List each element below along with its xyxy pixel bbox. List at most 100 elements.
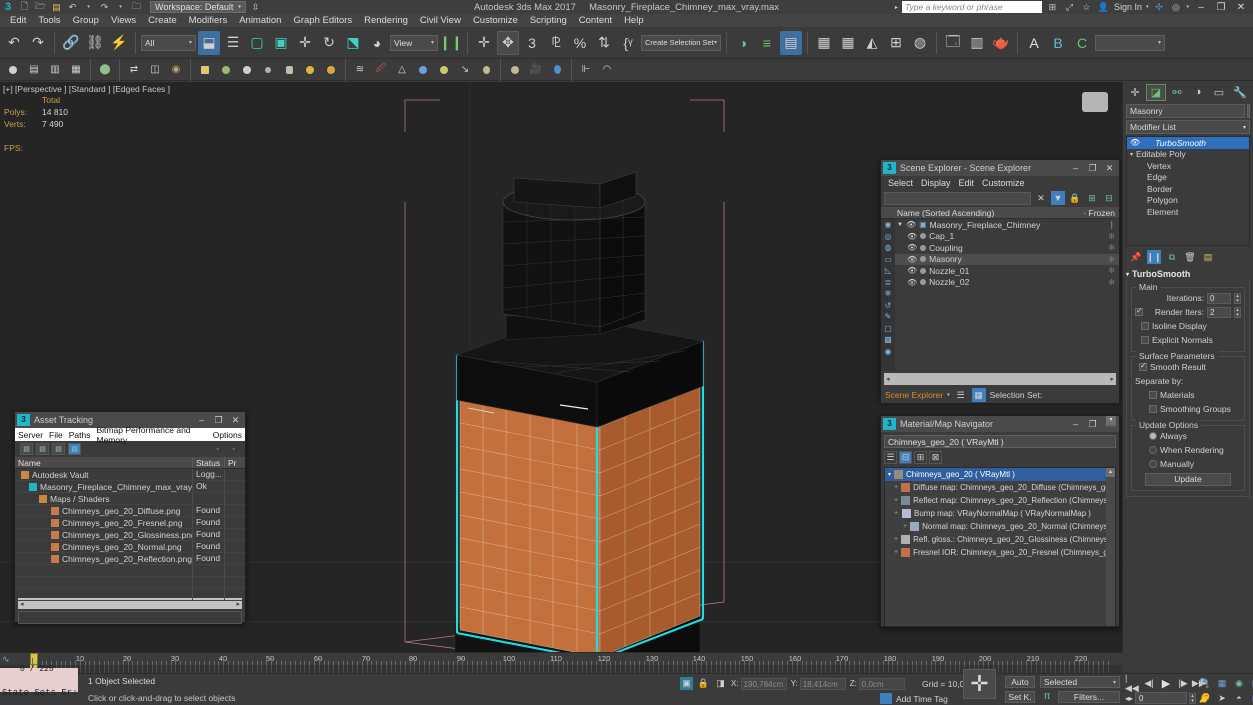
fill-objects-icon[interactable]: ▦ <box>66 61 86 79</box>
render-production-icon[interactable]: 🫖 <box>990 31 1012 55</box>
timeline-ruler[interactable]: ∿ 10 20 30 40 50 60 70 80 90 100 110 120… <box>0 652 1122 665</box>
render-iters-spinner-icon[interactable]: ▴ ▾ <box>1234 306 1241 318</box>
rollout-header[interactable]: ▾ TurboSmooth <box>1126 268 1250 280</box>
tab-hierarchy[interactable]: ⚯ <box>1167 84 1187 101</box>
physical-camera-icon[interactable] <box>547 61 567 79</box>
render-iters-value[interactable]: 2 <box>1207 306 1231 318</box>
coord-z-value[interactable]: 0,0cm <box>858 677 905 690</box>
coord-y-value[interactable]: 18,414cm <box>799 677 846 690</box>
scene-explorer-row-cap1[interactable]: 👁 Cap_1 ✻ <box>895 231 1119 243</box>
current-frame-input[interactable]: 0 <box>1135 692 1188 704</box>
curve-editor-icon[interactable]: ◭ <box>861 31 883 55</box>
menu-tools[interactable]: Tools <box>32 14 66 27</box>
object-paint-icon[interactable] <box>3 61 23 79</box>
tab-modify[interactable]: ◪ <box>1146 83 1166 101</box>
modifier-turbosmooth[interactable]: 👁 TurboSmooth <box>1127 137 1249 149</box>
frozen-indicator[interactable]: ✻ <box>1108 278 1119 287</box>
matnav-titlebar[interactable]: 3 Material/Map Navigator – ❐ ✕ <box>881 416 1119 432</box>
subobject-border[interactable]: Border <box>1127 183 1249 195</box>
add-time-tag-row[interactable]: Add Time Tag <box>880 693 948 704</box>
menu-select[interactable]: Select <box>884 178 917 188</box>
frame-spinner-icon[interactable]: ▴ ▾ <box>1189 692 1197 704</box>
small-icons-view-icon[interactable]: ⊠ <box>929 451 942 464</box>
percent-snap-alt-icon[interactable]: ⅊ <box>545 31 567 55</box>
asset-row-vault[interactable]: Autodesk Vault Logg... <box>15 469 245 481</box>
freeze-icon[interactable]: ❄ <box>881 288 895 300</box>
torus-primitive-icon[interactable] <box>321 61 341 79</box>
isoline-display-checkbox[interactable] <box>1141 322 1149 330</box>
menu-bitmap-performance[interactable]: Bitmap Performance and Memory <box>94 425 210 445</box>
field-of-view-icon[interactable]: ◪ <box>1249 676 1253 690</box>
timeline-curve-icon[interactable]: ∿ <box>2 654 10 665</box>
scroll-up-arrow-icon[interactable]: ▴ <box>1106 468 1115 477</box>
menu-customize[interactable]: Customize <box>467 14 524 27</box>
object-color-swatch[interactable] <box>1247 104 1250 118</box>
column-pr-header[interactable]: Pr <box>225 457 245 468</box>
absolute-relative-mode-icon[interactable]: ◨ <box>714 677 727 690</box>
scene-explorer-window[interactable]: 3 Scene Explorer - Scene Explorer – ❐ ✕ … <box>880 159 1120 403</box>
sort-icon[interactable]: ◉ <box>881 346 895 358</box>
display-shape-icon[interactable]: ◺ <box>881 265 895 277</box>
matnav-row-bump[interactable]: + Bump map: VRayNormalMap ( VRayNormalMa… <box>885 507 1115 520</box>
subobject-vertex[interactable]: Vertex <box>1127 160 1249 172</box>
tab-display[interactable]: ▭ <box>1209 84 1229 101</box>
toggle-scene-explorer-icon[interactable]: ▦ <box>813 31 835 55</box>
column-frozen-header[interactable]: · Frozen <box>1083 208 1119 218</box>
scene-explorer-row-coupling[interactable]: 👁 Coupling ✻ <box>895 242 1119 254</box>
menu-server[interactable]: Server <box>15 430 46 440</box>
select-all-icon[interactable]: ◉ <box>881 219 895 231</box>
target-camera-icon[interactable] <box>505 61 525 79</box>
asset-row-maxfile[interactable]: Masonry_Fireplace_Chimney_max_vray.max O… <box>15 481 245 493</box>
menu-rendering[interactable]: Rendering <box>358 14 414 27</box>
selection-set-icon[interactable]: ⊟ <box>1102 191 1116 205</box>
set-key-button[interactable]: Set K. <box>1005 691 1035 703</box>
column-name-header[interactable]: Name (Sorted Ascending) <box>897 208 994 218</box>
select-and-move-icon[interactable]: ✛ <box>294 31 316 55</box>
expand-plus-icon[interactable]: + <box>894 484 898 491</box>
frame-counter[interactable]: 0 / 225 <box>20 665 54 674</box>
sphere-primitive-icon[interactable] <box>237 61 257 79</box>
helper-icon[interactable]: ⊩ <box>576 61 596 79</box>
time-tag-icon[interactable] <box>880 693 892 704</box>
always-radio[interactable] <box>1149 432 1157 440</box>
matnav-material-name-field[interactable]: Chimneys_geo_20 ( VRayMtl ) <box>884 435 1116 448</box>
menu-views[interactable]: Views <box>105 14 142 27</box>
undo-button[interactable]: ↶ <box>3 31 25 55</box>
object-name-input[interactable] <box>1126 104 1245 118</box>
menu-animation[interactable]: Animation <box>233 14 287 27</box>
schematic-view-icon[interactable]: ⊞ <box>885 31 907 55</box>
column-status-header[interactable]: Status <box>193 457 225 468</box>
hide-icon[interactable]: ✎ <box>881 311 895 323</box>
bind-to-space-warp-icon[interactable]: ⚡ <box>108 31 130 55</box>
key-mode-icon[interactable]: π <box>1040 691 1054 703</box>
menu-edit[interactable]: Edit <box>4 14 32 27</box>
tube-primitive-icon[interactable] <box>300 61 320 79</box>
refresh-icon[interactable]: ▤ <box>68 443 81 455</box>
smoothing-groups-checkbox[interactable] <box>1149 405 1157 413</box>
material-editor-icon[interactable]: ◍ <box>909 31 931 55</box>
auto-key-button[interactable]: Auto <box>1005 676 1035 688</box>
menu-customize[interactable]: Customize <box>978 178 1029 188</box>
menu-scripting[interactable]: Scripting <box>524 14 573 27</box>
frozen-indicator[interactable]: ✻ <box>1108 243 1119 252</box>
expand-plus-icon[interactable]: + <box>894 549 898 556</box>
filter-icon[interactable]: ▼ <box>1051 191 1065 205</box>
garment-maker-icon[interactable]: △ <box>392 61 412 79</box>
asset-tracking-window[interactable]: 3 Asset Tracking – ❐ ✕ Server File Paths… <box>14 411 246 624</box>
scene-explorer-row-nozzle02[interactable]: 👁 Nozzle_02 ✻ <box>895 277 1119 289</box>
tree-view-icon[interactable]: ⊟ <box>899 451 912 464</box>
use-pivot-point-center-icon[interactable]: ❙❙ <box>439 31 462 55</box>
scroll-left-arrow-icon[interactable]: ◂ <box>886 375 890 383</box>
filters-button[interactable]: Filters... <box>1058 691 1120 703</box>
subobject-polygon[interactable]: Polygon <box>1127 195 1249 207</box>
redo-button[interactable]: ↷ <box>27 31 49 55</box>
asset-row-normal[interactable]: Chimneys_geo_20_Normal.png Found <box>15 541 245 553</box>
cylinder-primitive-icon[interactable] <box>279 61 299 79</box>
maximize-button[interactable]: ❐ <box>1085 419 1100 430</box>
select-invert-icon[interactable]: ◎ <box>881 231 895 243</box>
group-icon[interactable]: ▩ <box>881 334 895 346</box>
zoom-all-icon[interactable]: ▦ <box>1215 676 1229 690</box>
reference-coordinate-combo[interactable]: View ▾ <box>390 34 438 51</box>
column-name-header[interactable]: Name <box>15 457 193 468</box>
pan-view-icon[interactable]: ✋ <box>1198 691 1212 705</box>
